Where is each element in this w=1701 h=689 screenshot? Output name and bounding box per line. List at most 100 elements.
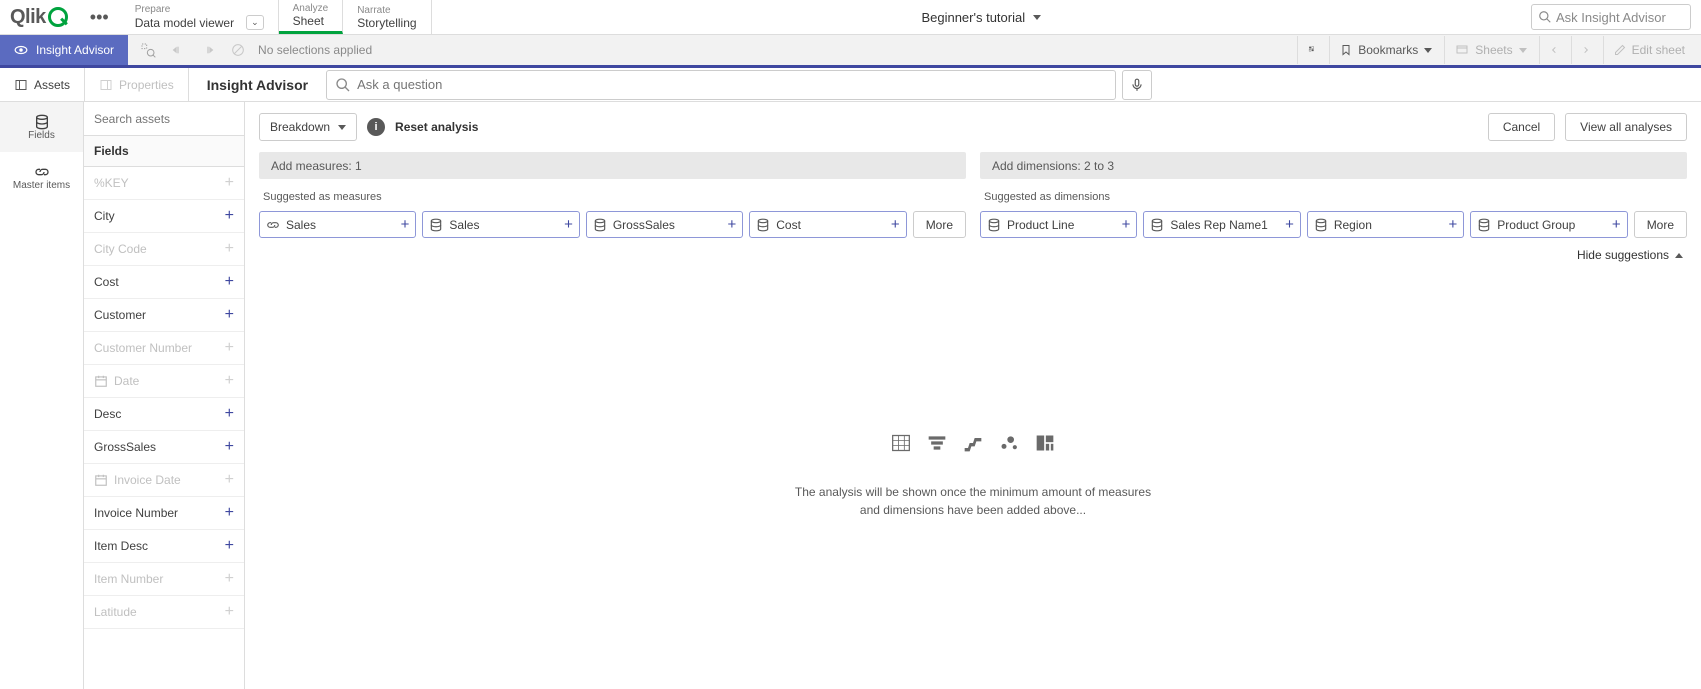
plus-icon[interactable]: + (225, 537, 234, 555)
selections-tool-icon[interactable] (1297, 36, 1327, 64)
app-menu-icon[interactable]: ••• (78, 7, 121, 28)
asset-label: Item Number (94, 572, 225, 586)
asset-row[interactable]: Desc+ (84, 398, 244, 431)
suggestion-chip[interactable]: Product Line+ (980, 211, 1137, 238)
asset-row[interactable]: City+ (84, 200, 244, 233)
microphone-icon (1130, 77, 1144, 93)
chevron-left-icon (1550, 44, 1558, 56)
search-insight-top[interactable]: Ask Insight Advisor (1531, 4, 1691, 30)
plus-icon[interactable]: + (225, 471, 234, 489)
nav-analyze[interactable]: Analyze Sheet (279, 0, 344, 34)
rail-fields-label: Fields (28, 130, 55, 141)
placeholder-line1: The analysis will be shown once the mini… (795, 483, 1151, 501)
reset-analysis-link[interactable]: Reset analysis (395, 120, 478, 134)
plus-icon[interactable]: + (1122, 216, 1131, 233)
nav-narrate-small: Narrate (357, 5, 416, 16)
assets-toggle[interactable]: Assets (0, 68, 85, 101)
view-all-analyses-button[interactable]: View all analyses (1565, 113, 1687, 141)
plus-icon[interactable]: + (225, 306, 234, 324)
suggestion-chip[interactable]: Region+ (1307, 211, 1464, 238)
analysis-type-dropdown[interactable]: Breakdown (259, 113, 357, 141)
sheets-button[interactable]: Sheets (1444, 36, 1536, 64)
properties-toggle[interactable]: Properties (85, 68, 189, 101)
plus-icon[interactable]: + (1612, 216, 1621, 233)
plus-icon[interactable]: + (225, 603, 234, 621)
ask-question-input[interactable] (357, 77, 1107, 92)
insight-advisor-button[interactable]: Insight Advisor (0, 35, 128, 65)
asset-row[interactable]: Cost+ (84, 266, 244, 299)
assets-toggle-label: Assets (34, 78, 70, 92)
asset-row[interactable]: Latitude+ (84, 596, 244, 629)
suggestion-chip[interactable]: Cost+ (749, 211, 906, 238)
asset-row[interactable]: Date+ (84, 365, 244, 398)
plus-icon[interactable]: + (1449, 216, 1458, 233)
chevron-down-icon[interactable]: ⌄ (246, 15, 264, 30)
asset-label: Customer (94, 308, 225, 322)
add-measures-header[interactable]: Add measures: 1 (259, 152, 966, 179)
plus-icon[interactable]: + (891, 216, 900, 233)
asset-row[interactable]: City Code+ (84, 233, 244, 266)
suggestion-chip[interactable]: GrossSales + (586, 211, 743, 238)
edit-sheet-button[interactable]: Edit sheet (1603, 36, 1695, 64)
asset-row[interactable]: Invoice Number+ (84, 497, 244, 530)
chip-label: GrossSales (613, 218, 722, 232)
microphone-button[interactable] (1122, 70, 1152, 100)
suggestion-chip[interactable]: Sales Rep Name1+ (1143, 211, 1300, 238)
plus-icon[interactable]: + (401, 216, 410, 233)
rail-fields[interactable]: Fields (0, 102, 83, 152)
nav-prepare[interactable]: Prepare Data model viewer ⌄ (121, 0, 279, 34)
add-dimensions-header[interactable]: Add dimensions: 2 to 3 (980, 152, 1687, 179)
hide-suggestions-toggle[interactable]: Hide suggestions (245, 238, 1701, 262)
cancel-button[interactable]: Cancel (1488, 113, 1555, 141)
nav-narrate[interactable]: Narrate Storytelling (343, 0, 431, 34)
plus-icon[interactable]: + (225, 174, 234, 192)
hide-suggestions-label: Hide suggestions (1577, 248, 1669, 262)
next-sheet-button[interactable] (1571, 36, 1601, 64)
database-icon (987, 218, 1001, 232)
nav-analyze-small: Analyze (293, 3, 329, 14)
chip-label: Sales (286, 218, 395, 232)
plus-icon[interactable]: + (225, 405, 234, 423)
asset-row[interactable]: Item Desc+ (84, 530, 244, 563)
rail-master-label: Master items (13, 180, 70, 191)
plus-icon[interactable]: + (728, 216, 737, 233)
sheet-icon (1455, 44, 1469, 56)
bookmarks-button[interactable]: Bookmarks (1329, 36, 1442, 64)
asset-row[interactable]: Invoice Date+ (84, 464, 244, 497)
search-assets-input[interactable] (84, 102, 244, 136)
step-forward-icon[interactable] (194, 36, 222, 64)
plus-icon[interactable]: + (225, 570, 234, 588)
prev-sheet-button[interactable] (1539, 36, 1569, 64)
suggestion-chip[interactable]: Sales+ (422, 211, 579, 238)
smart-search-icon[interactable] (134, 36, 162, 64)
no-selections-text: No selections applied (258, 43, 372, 57)
asset-label: Item Desc (94, 539, 225, 553)
asset-list[interactable]: %KEY+City+City Code+Cost+Customer+Custom… (84, 167, 244, 689)
plus-icon[interactable]: + (225, 372, 234, 390)
plus-icon[interactable]: + (225, 240, 234, 258)
ask-question-box[interactable] (326, 70, 1116, 100)
more-chip[interactable]: More (1634, 211, 1687, 238)
clear-selections-icon[interactable] (224, 36, 252, 64)
asset-row[interactable]: Customer+ (84, 299, 244, 332)
plus-icon[interactable]: + (1285, 216, 1294, 233)
plus-icon[interactable]: + (564, 216, 573, 233)
asset-row[interactable]: %KEY+ (84, 167, 244, 200)
asset-row[interactable]: Item Number+ (84, 563, 244, 596)
plus-icon[interactable]: + (225, 438, 234, 456)
app-title[interactable]: Beginner's tutorial (432, 10, 1531, 25)
plus-icon[interactable]: + (225, 207, 234, 225)
rail-master-items[interactable]: Master items (0, 152, 83, 202)
plus-icon[interactable]: + (225, 273, 234, 291)
info-icon[interactable]: i (367, 118, 385, 136)
plus-icon[interactable]: + (225, 339, 234, 357)
step-back-icon[interactable] (164, 36, 192, 64)
more-chip[interactable]: More (913, 211, 966, 238)
asset-row[interactable]: GrossSales+ (84, 431, 244, 464)
plus-icon[interactable]: + (225, 504, 234, 522)
asset-row[interactable]: Customer Number+ (84, 332, 244, 365)
suggestion-chip[interactable]: Sales + (259, 211, 416, 238)
edit-sheet-label: Edit sheet (1632, 43, 1685, 57)
panel-left-icon (14, 79, 28, 91)
suggestion-chip[interactable]: Product Group+ (1470, 211, 1627, 238)
